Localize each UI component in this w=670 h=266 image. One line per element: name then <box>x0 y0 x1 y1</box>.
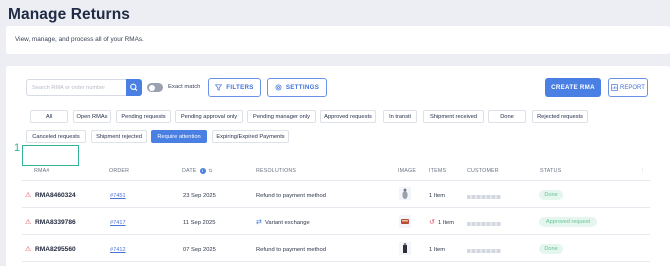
product-image <box>399 187 411 200</box>
column-header-status: STATUS <box>540 168 562 174</box>
customer-name-redacted <box>467 195 501 199</box>
chip-rejected-requests[interactable]: Rejected requests <box>532 110 588 123</box>
exact-match-label: Exact match <box>168 84 201 90</box>
column-header-customer: CUSTOMER <box>467 168 499 174</box>
items-cell: 1 Item <box>438 220 455 226</box>
header-divider <box>22 180 650 181</box>
chip-shipment-received[interactable]: Shipment received <box>423 110 484 123</box>
filters-button[interactable]: FILTERS <box>208 78 261 97</box>
sort-icon: ⇅ <box>208 168 213 173</box>
chip-require-attention[interactable]: Require attention <box>151 130 207 143</box>
chip-done[interactable]: Done <box>488 110 526 123</box>
search-button[interactable] <box>126 79 142 96</box>
status-badge: Done <box>539 244 563 254</box>
settings-label: SETTINGS <box>285 84 320 91</box>
order-link[interactable]: #7412 <box>110 247 126 253</box>
chip-expiring-expired-payments[interactable]: Expiring/Expired Payments <box>212 130 289 143</box>
column-header-date[interactable]: DATE i ⇅ <box>182 168 213 174</box>
rma-number[interactable]: RMA8460324 <box>35 192 76 199</box>
column-header-rma: RMA# <box>34 168 50 174</box>
resolution-cell: Refund to payment method <box>256 193 326 199</box>
report-button[interactable]: REPORT <box>608 78 648 97</box>
report-label: REPORT <box>620 84 645 91</box>
chip-pending-approval-only[interactable]: Pending approval only <box>175 110 243 123</box>
row-divider <box>22 234 650 235</box>
product-image <box>399 215 411 228</box>
row-divider <box>22 207 650 208</box>
resolution-cell: Variant exchange <box>265 220 310 226</box>
rma-number[interactable]: RMA8295560 <box>35 246 76 253</box>
settings-button[interactable]: SETTINGS <box>267 78 327 97</box>
exchange-icon: ⇄ <box>256 219 262 226</box>
order-link[interactable]: #7417 <box>110 220 126 226</box>
chip-in-transit[interactable]: In transit <box>383 110 417 123</box>
order-link[interactable]: #7451 <box>110 193 126 199</box>
chip-canceled-requests[interactable]: Canceled requests <box>26 130 86 143</box>
customer-name-redacted <box>467 249 501 253</box>
customer-name-redacted <box>467 222 501 226</box>
chip-open-rmas[interactable]: Open RMAs <box>73 110 111 123</box>
page-description: View, manage, and process all of your RM… <box>15 36 144 43</box>
column-header-image: IMAGE <box>398 168 417 174</box>
chip-approved-requests[interactable]: Approved requests <box>320 110 376 123</box>
date-cell: 11 Sep 2025 <box>183 220 216 226</box>
report-icon <box>611 84 618 91</box>
product-image <box>399 242 411 255</box>
date-header-label: DATE <box>182 168 197 174</box>
warning-icon: ⚠ <box>25 246 32 253</box>
column-header-resolutions: RESOLUTIONS <box>256 168 297 174</box>
items-cell: 1 Item <box>429 247 446 253</box>
row-divider <box>22 261 650 262</box>
warning-icon: ⚠ <box>25 192 32 199</box>
search-input[interactable]: Search RMA or order number <box>26 79 126 96</box>
create-rma-button[interactable]: CREATE RMA <box>545 78 601 97</box>
rma-number[interactable]: RMA8339786 <box>35 219 76 226</box>
column-header-order: ORDER <box>109 168 130 174</box>
column-separator: ⋮ <box>640 168 646 174</box>
chip-shipment-rejected[interactable]: Shipment rejected <box>91 130 147 143</box>
exact-match-toggle[interactable] <box>147 83 163 92</box>
chip-pending-manager-only[interactable]: Pending manager only <box>247 110 316 123</box>
description-card: View, manage, and process all of your RM… <box>6 26 670 54</box>
page-title: Manage Returns <box>8 6 130 23</box>
chip-all[interactable]: All <box>30 110 68 123</box>
search-icon <box>130 83 138 91</box>
warning-icon: ⚠ <box>25 219 32 226</box>
annotation-label: 1 <box>14 142 21 154</box>
filter-icon <box>215 84 223 91</box>
info-icon: i <box>199 168 206 174</box>
filters-label: FILTERS <box>226 84 254 91</box>
annotation-highlight-box <box>22 145 79 166</box>
chip-pending-requests[interactable]: Pending requests <box>116 110 171 123</box>
resolution-cell: Refund to payment method <box>256 247 326 253</box>
items-cell: 1 Item <box>429 193 446 199</box>
returns-panel: Search RMA or order number Exact match F… <box>6 66 670 266</box>
status-badge: Approved request <box>539 217 597 227</box>
status-badge: Done <box>539 190 563 200</box>
date-cell: 07 Sep 2025 <box>183 247 216 253</box>
return-icon: ↺ <box>429 219 435 226</box>
gear-icon <box>275 84 282 91</box>
date-cell: 23 Sep 2025 <box>183 193 216 199</box>
column-header-items: ITEMS <box>429 168 447 174</box>
